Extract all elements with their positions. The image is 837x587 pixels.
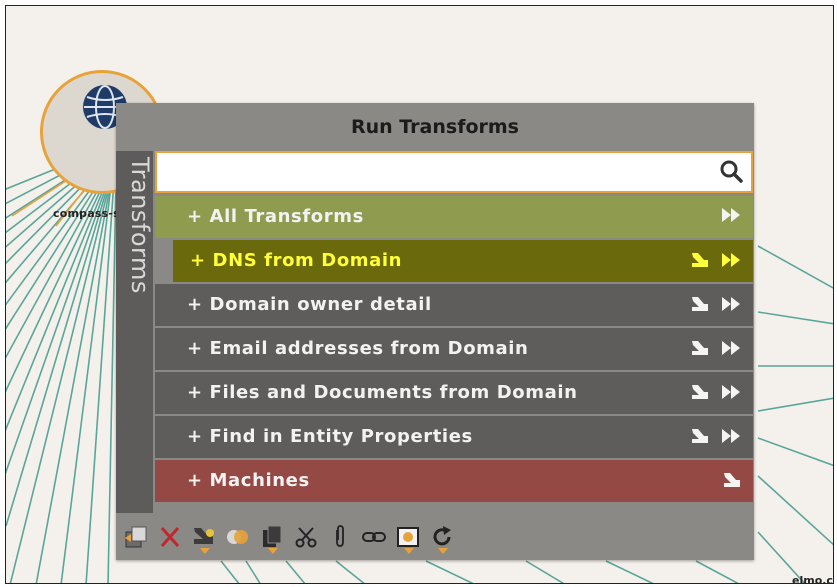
merge-icon[interactable] bbox=[224, 520, 252, 554]
run-icon[interactable] bbox=[721, 339, 743, 357]
transform-label: + Files and Documents from Domain bbox=[187, 382, 578, 403]
refresh-icon[interactable] bbox=[428, 520, 456, 554]
transform-row-dns-from-domain[interactable]: + DNS from Domain bbox=[173, 240, 753, 282]
search-input[interactable] bbox=[165, 156, 689, 190]
select-icon[interactable] bbox=[394, 520, 422, 554]
transform-list: + All Transforms + DNS from Domain + Dom… bbox=[155, 196, 753, 504]
transform-row-email-addresses[interactable]: + Email addresses from Domain bbox=[155, 328, 753, 370]
transform-label: + Machines bbox=[187, 470, 310, 491]
transform-label: + All Transforms bbox=[187, 206, 364, 227]
node-label-elmo: elmo.c bbox=[792, 574, 833, 584]
transform-label: + DNS from Domain bbox=[190, 250, 403, 271]
settings-icon[interactable] bbox=[721, 470, 743, 490]
run-icon[interactable] bbox=[721, 206, 743, 224]
settings-icon[interactable] bbox=[689, 250, 711, 270]
settings-icon[interactable] bbox=[689, 426, 711, 446]
cut-icon[interactable] bbox=[292, 520, 320, 554]
search-icon[interactable] bbox=[719, 159, 743, 183]
run-icon[interactable] bbox=[721, 295, 743, 313]
search-box[interactable] bbox=[155, 151, 753, 193]
run-icon[interactable] bbox=[721, 251, 743, 269]
settings-icon[interactable] bbox=[689, 338, 711, 358]
transform-label: + Email addresses from Domain bbox=[187, 338, 529, 359]
delete-icon[interactable] bbox=[156, 520, 184, 554]
settings-icon[interactable] bbox=[689, 382, 711, 402]
run-icon[interactable] bbox=[721, 383, 743, 401]
transform-row-find-in-entity-properties[interactable]: + Find in Entity Properties bbox=[155, 416, 753, 458]
transform-row-files-and-documents[interactable]: + Files and Documents from Domain bbox=[155, 372, 753, 414]
bottom-toolbar bbox=[116, 513, 754, 560]
transform-label: + Domain owner detail bbox=[187, 294, 432, 315]
run-transforms-panel: Run Transforms Transforms + All Transfor… bbox=[116, 103, 754, 560]
settings-icon[interactable] bbox=[689, 294, 711, 314]
side-tab-label: Transforms bbox=[126, 157, 154, 294]
transforms-side-tab[interactable]: Transforms bbox=[116, 151, 154, 513]
panel-title: Run Transforms bbox=[351, 116, 519, 138]
copy-icon[interactable] bbox=[258, 520, 286, 554]
run-icon[interactable] bbox=[721, 427, 743, 445]
transform-row-machines[interactable]: + Machines bbox=[155, 460, 753, 502]
transform-row-all-transforms[interactable]: + All Transforms bbox=[155, 196, 753, 238]
link-icon[interactable] bbox=[360, 520, 388, 554]
transform-label: + Find in Entity Properties bbox=[187, 426, 473, 447]
attach-icon[interactable] bbox=[326, 520, 354, 554]
copy-to-new-graph-icon[interactable] bbox=[122, 520, 150, 554]
transform-row-domain-owner-detail[interactable]: + Domain owner detail bbox=[155, 284, 753, 326]
change-type-icon[interactable] bbox=[190, 520, 218, 554]
